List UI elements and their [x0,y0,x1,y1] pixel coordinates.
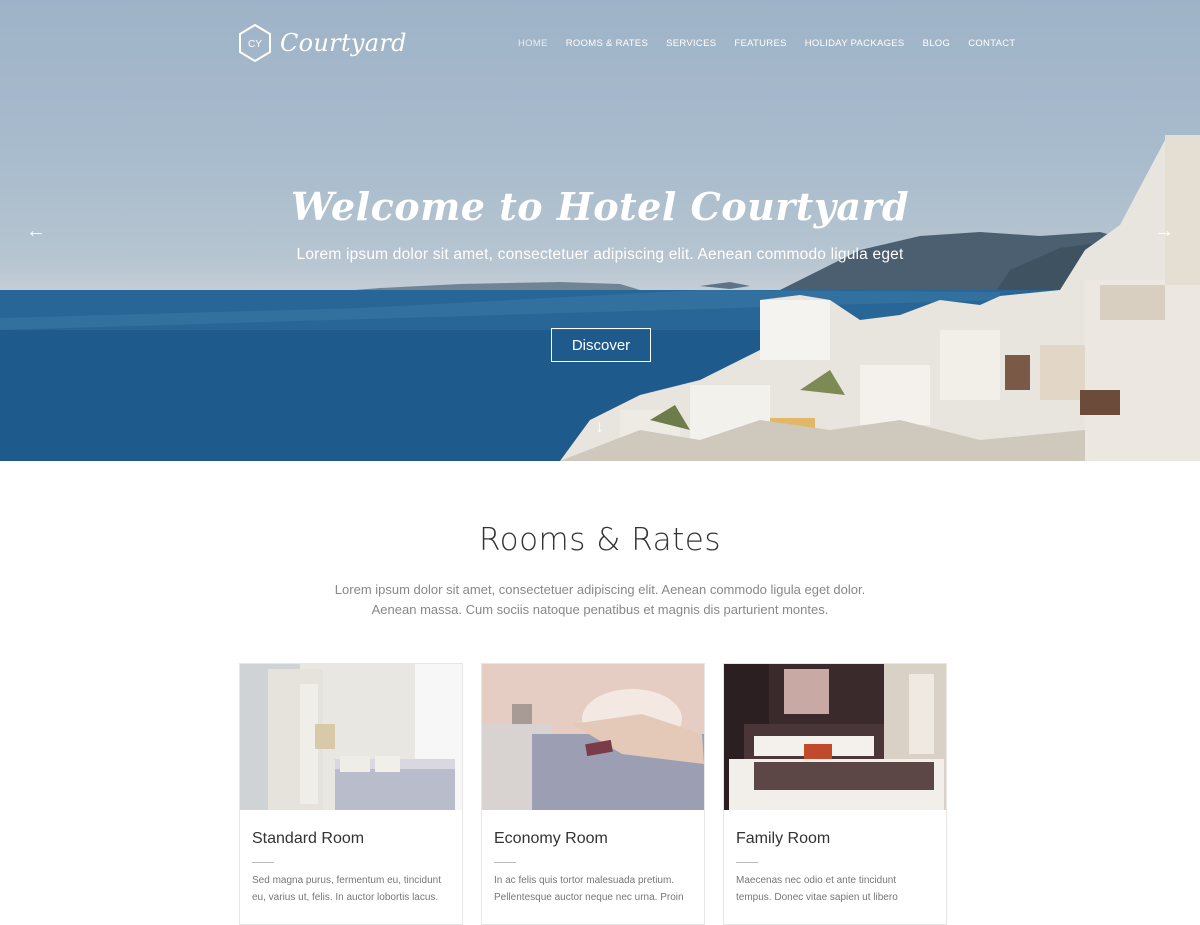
room-description-line-1: Maecenas nec odio et ante tincidunt [736,875,897,886]
nav-holiday-packages[interactable]: HOLIDAY PACKAGES [805,38,905,49]
rooms-desc-line-1: Lorem ipsum dolor sit amet, consectetuer… [334,582,866,597]
rooms-desc-line-2: Aenean massa. Cum sociis natoque penatib… [371,602,829,617]
room-card-standard[interactable]: Standard Room Sed magna purus, fermentum… [239,663,463,925]
room-description: Maecenas nec odio et ante tincidunt temp… [736,872,936,906]
room-name: Standard Room [252,830,365,847]
room-card-economy[interactable]: Economy Room In ac felis quis tortor mal… [481,663,705,925]
room-description-line-1: In ac felis quis tortor malesuada pretiu… [494,875,675,886]
logo-badge-text: CY [248,39,262,50]
economy-room-image [482,664,704,810]
divider [736,862,758,863]
nav-services[interactable]: SERVICES [666,38,716,49]
room-description-line-2: Pellentesque auctor neque nec urna. Proi… [494,892,684,903]
hero-title: Welcome to Hotel Courtyard [290,184,910,229]
nav-contact[interactable]: CONTACT [968,38,1015,49]
logo-text: Courtyard [280,29,407,57]
site-header: CY Courtyard HOME ROOMS & RATES SERVICES… [0,0,1200,86]
room-description-line-2: eu, varius ut, felis. In auctor lobortis… [252,892,439,903]
divider [252,862,274,863]
room-description-line-2: tempus. Donec vitae sapien ut libero [736,892,898,903]
standard-room-image [240,664,462,810]
hero-banner: CY Courtyard HOME ROOMS & RATES SERVICES… [0,0,1200,461]
room-card-family[interactable]: Family Room Maecenas nec odio et ante ti… [723,663,947,925]
nav-blog[interactable]: BLOG [923,38,951,49]
divider [494,862,516,863]
nav-home[interactable]: HOME [518,38,548,49]
arrow-down-icon[interactable]: ↓ [595,416,604,437]
nav-features[interactable]: FEATURES [734,38,786,49]
room-name: Family Room [736,830,831,847]
rooms-section-description: Lorem ipsum dolor sit amet, consectetuer… [0,580,1200,620]
room-description-line-1: Sed magna purus, fermentum eu, tincidunt [252,875,441,886]
room-description: In ac felis quis tortor malesuada pretiu… [494,872,694,906]
logo-hexagon-icon: CY [239,24,271,62]
room-name: Economy Room [494,830,608,847]
rooms-section-title: Rooms & Rates [478,522,722,558]
room-description: Sed magna purus, fermentum eu, tincidunt… [252,872,452,906]
discover-button[interactable]: Discover [551,328,651,362]
site-logo[interactable]: CY Courtyard [238,24,407,62]
family-room-image [724,664,946,810]
hero-subtitle: Lorem ipsum dolor sit amet, consectetuer… [296,246,904,263]
main-nav: HOME ROOMS & RATES SERVICES FEATURES HOL… [518,38,1034,49]
nav-rooms-rates[interactable]: ROOMS & RATES [566,38,648,49]
